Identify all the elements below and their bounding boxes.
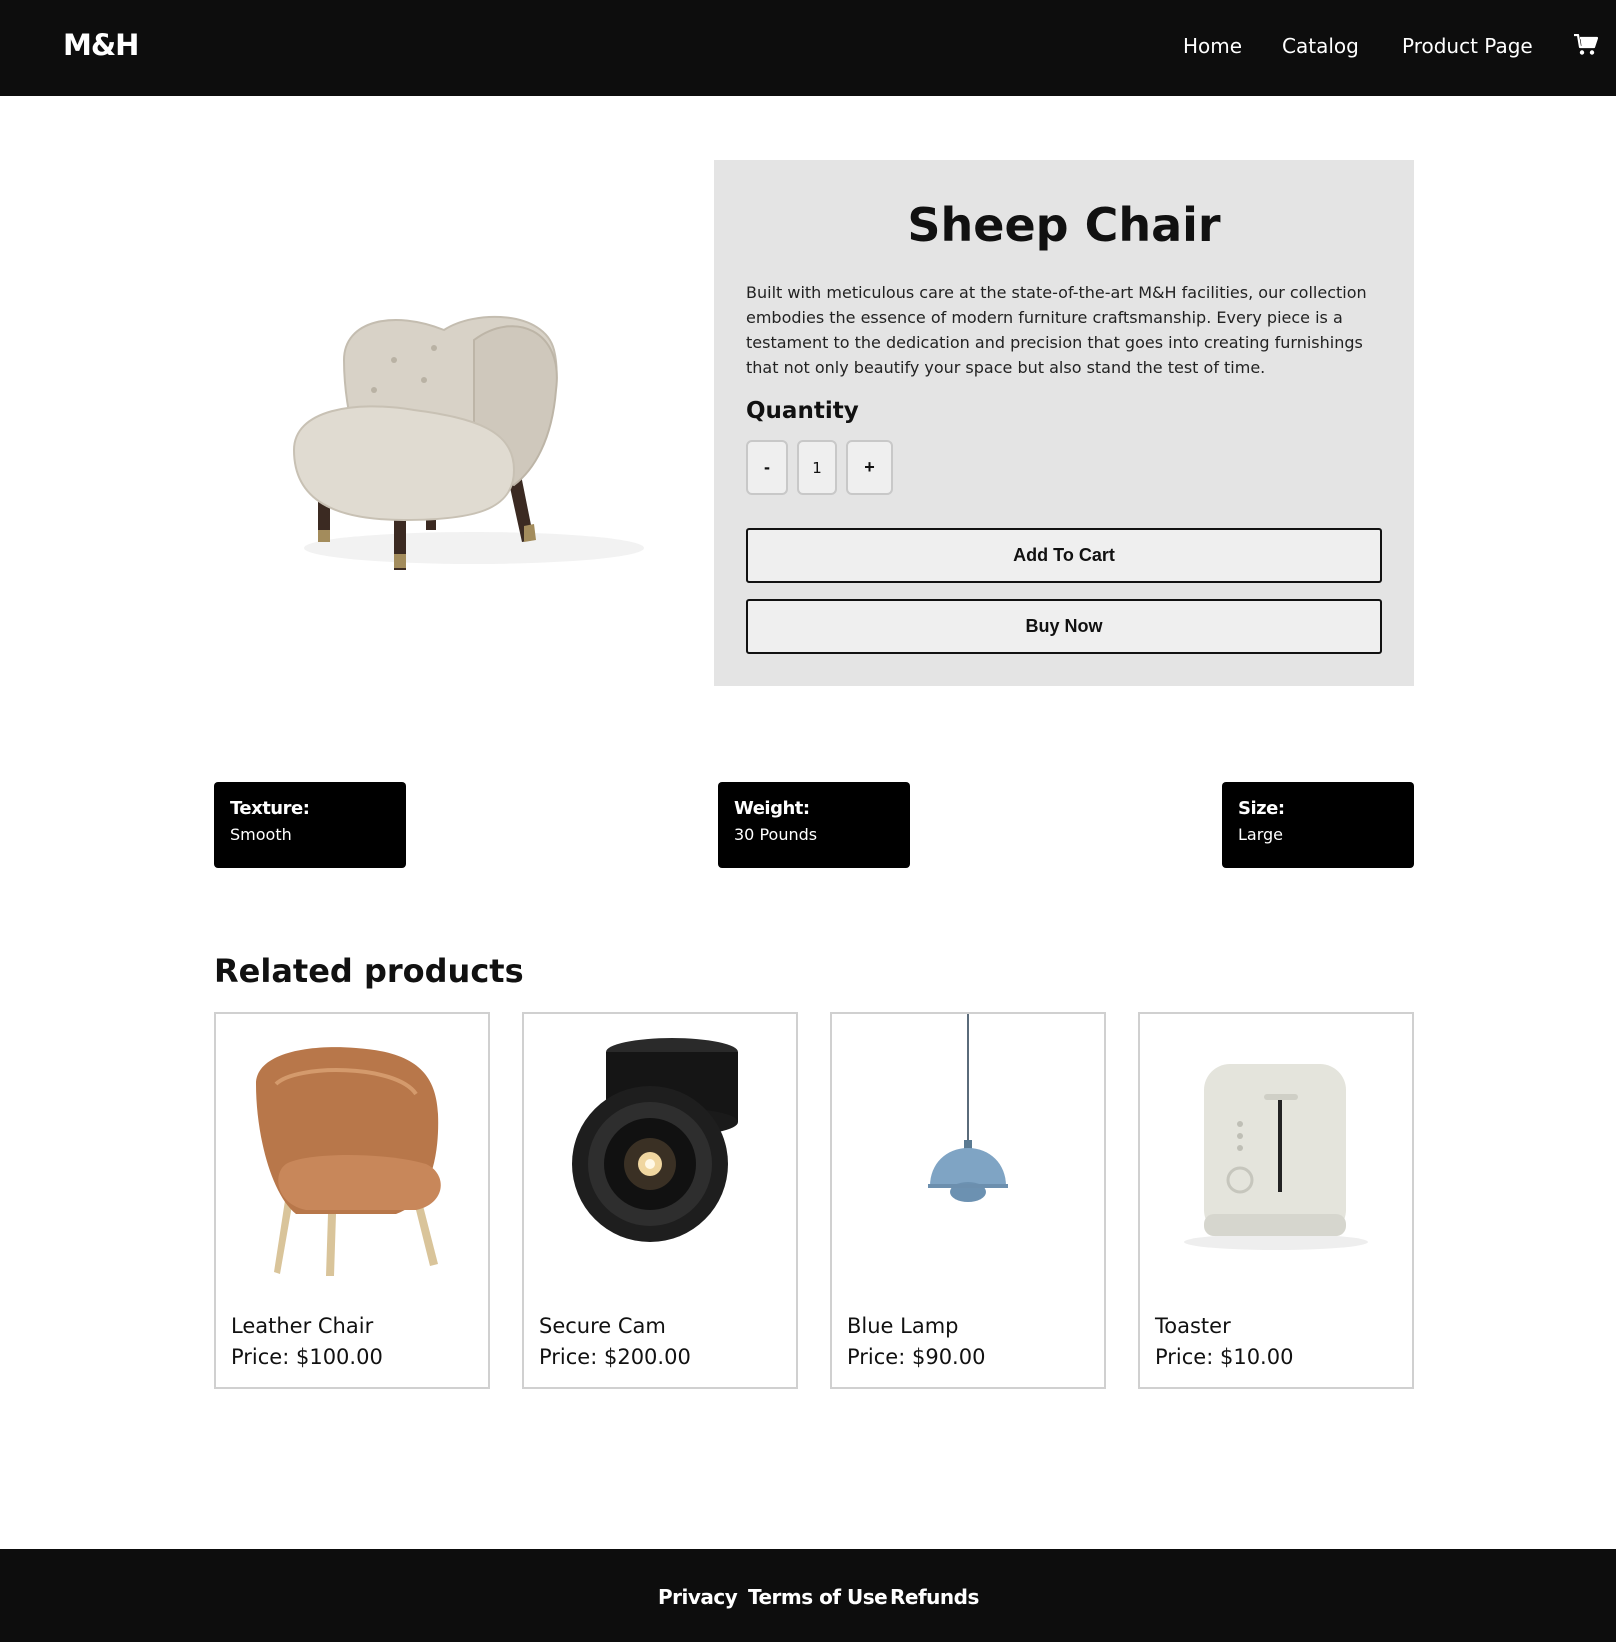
attribute-weight: Weight: 30 Pounds <box>718 782 910 868</box>
footer-privacy-link[interactable]: Privacy <box>658 1585 738 1609</box>
attribute-label: Weight: <box>734 798 810 819</box>
product-card-secure-cam[interactable]: Secure Cam Price: $200.00 <box>522 1012 798 1389</box>
product-card-price: Price: $10.00 <box>1155 1345 1294 1369</box>
quantity-value[interactable]: 1 <box>797 440 837 495</box>
product-card-toaster[interactable]: Toaster Price: $10.00 <box>1138 1012 1414 1389</box>
toaster-image <box>1184 1064 1368 1250</box>
product-info-panel: Sheep Chair Built with meticulous care a… <box>714 160 1414 686</box>
attribute-value: Large <box>1238 825 1284 844</box>
site-logo[interactable]: M&H <box>63 28 139 62</box>
site-header: M&H Home Catalog Product Page <box>0 0 1616 96</box>
product-card-name: Leather Chair <box>231 1314 374 1338</box>
leather-chair-image <box>256 1047 441 1276</box>
blue-lamp-image <box>928 1014 1008 1202</box>
quantity-increase-button[interactable]: + <box>846 440 893 495</box>
footer-terms-link[interactable]: Terms of Use <box>748 1585 888 1609</box>
cart-icon[interactable] <box>1574 34 1598 56</box>
attribute-value: Smooth <box>230 825 292 844</box>
product-card-name: Blue Lamp <box>847 1314 959 1338</box>
add-to-cart-button[interactable]: Add To Cart <box>746 528 1382 583</box>
footer-refunds-link[interactable]: Refunds <box>890 1585 979 1609</box>
attribute-texture: Texture: Smooth <box>214 782 406 868</box>
attribute-label: Texture: <box>230 798 310 819</box>
product-card-price: Price: $90.00 <box>847 1345 986 1369</box>
quantity-label: Quantity <box>746 398 859 424</box>
secure-cam-image <box>572 1038 738 1242</box>
product-card-blue-lamp[interactable]: Blue Lamp Price: $90.00 <box>830 1012 1106 1389</box>
attribute-value: 30 Pounds <box>734 825 818 844</box>
quantity-decrease-button[interactable]: - <box>746 440 788 495</box>
product-image <box>292 315 644 570</box>
product-card-leather-chair[interactable]: Leather Chair Price: $100.00 <box>214 1012 490 1389</box>
product-card-price: Price: $200.00 <box>539 1345 691 1369</box>
nav-home[interactable]: Home <box>1183 34 1242 58</box>
attribute-size: Size: Large <box>1222 782 1414 868</box>
nav-catalog[interactable]: Catalog <box>1282 34 1359 58</box>
site-footer: Privacy Terms of Use Refunds <box>0 1549 1616 1642</box>
product-card-name: Secure Cam <box>539 1314 666 1338</box>
buy-now-button[interactable]: Buy Now <box>746 599 1382 654</box>
product-card-name: Toaster <box>1155 1314 1231 1338</box>
attribute-label: Size: <box>1238 798 1285 819</box>
related-products-title: Related products <box>214 952 524 990</box>
product-title: Sheep Chair <box>907 198 1221 252</box>
product-description: Built with meticulous care at the state-… <box>746 283 1367 377</box>
nav-product-page[interactable]: Product Page <box>1402 34 1533 58</box>
product-card-price: Price: $100.00 <box>231 1345 383 1369</box>
